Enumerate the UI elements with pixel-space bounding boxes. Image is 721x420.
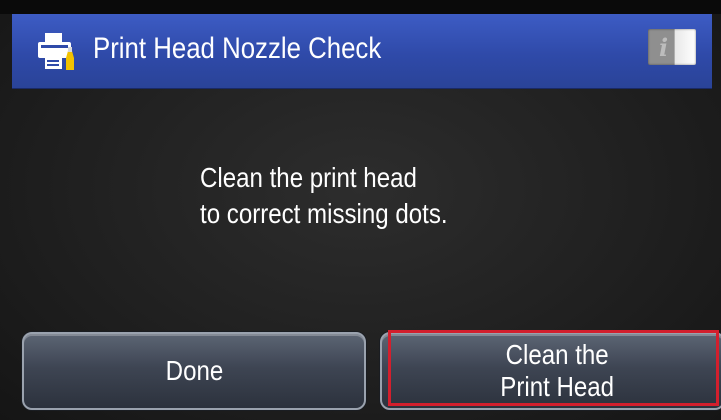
done-button-label: Done: [165, 355, 223, 386]
title-bar: Print Head Nozzle Check i: [12, 14, 712, 89]
message-line-1: Clean the print head: [200, 162, 417, 193]
info-icon[interactable]: i: [648, 29, 696, 65]
info-icon-glyph: i: [659, 33, 669, 62]
page-title: Print Head Nozzle Check: [93, 32, 382, 65]
clean-button-label: Clean the Print Head: [501, 339, 615, 403]
message-line-2: to correct missing dots.: [200, 198, 448, 229]
screen-bezel: [0, 0, 721, 14]
clean-button-label-line-1: Clean the: [505, 339, 610, 370]
printer-icon: [38, 33, 74, 70]
done-button[interactable]: Done: [22, 332, 366, 410]
printer-display-screen: Print Head Nozzle Check i Clean the prin…: [0, 0, 721, 420]
clean-button-label-line-2: Print Head: [500, 371, 615, 402]
clean-print-head-button[interactable]: Clean the Print Head: [380, 332, 721, 410]
instruction-message: Clean the print head to correct missing …: [200, 160, 561, 232]
